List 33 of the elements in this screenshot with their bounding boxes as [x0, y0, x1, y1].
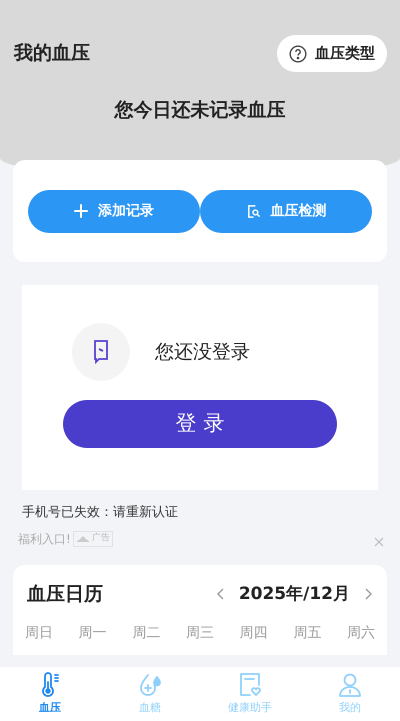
mountain-icon	[76, 536, 90, 542]
ad-tag-text: 广告	[92, 532, 110, 546]
next-month-icon[interactable]	[365, 588, 373, 600]
weekday-label: 周六	[346, 624, 375, 642]
plus-icon	[74, 204, 88, 218]
tab-item[interactable]: 健康助手	[200, 667, 300, 721]
drop-icon	[137, 672, 163, 698]
weekday-label: 周四	[240, 624, 268, 642]
weekday-label: 周三	[186, 624, 214, 642]
previous-month-icon[interactable]	[216, 588, 224, 600]
document-search-icon	[246, 204, 260, 218]
tab-item[interactable]: 血压	[0, 667, 100, 721]
ad-label: 福利入口!	[18, 531, 71, 548]
heart-card-icon	[237, 672, 263, 698]
action-button[interactable]: 添加记录	[28, 190, 200, 232]
calendar-title: 血压日历	[27, 582, 103, 607]
weekday-label: 周二	[132, 624, 160, 642]
close-icon[interactable]	[374, 537, 384, 547]
action-button[interactable]: 血压检测	[200, 190, 372, 232]
tab-item[interactable]: 我的	[300, 667, 400, 721]
blood-pressure-type-button[interactable]: 血压类型	[277, 35, 387, 72]
page-title: 我的血压	[14, 41, 90, 66]
weekday-label: 周日	[25, 624, 53, 642]
person-icon	[337, 672, 363, 698]
weekday-label: 周五	[293, 624, 322, 642]
weekday-label: 周一	[78, 624, 107, 642]
today-status-message: 您今日还未记录血压	[114, 98, 286, 123]
help-icon	[289, 44, 307, 62]
login-button[interactable]: 登 录	[63, 400, 337, 448]
notice-text: 手机号已失效：请重新认证	[22, 505, 178, 520]
not-logged-in-text: 您还没登录	[155, 340, 250, 365]
calendar-month: 2025年/12月	[238, 582, 350, 606]
tab-item[interactable]: 血糖	[100, 667, 200, 721]
